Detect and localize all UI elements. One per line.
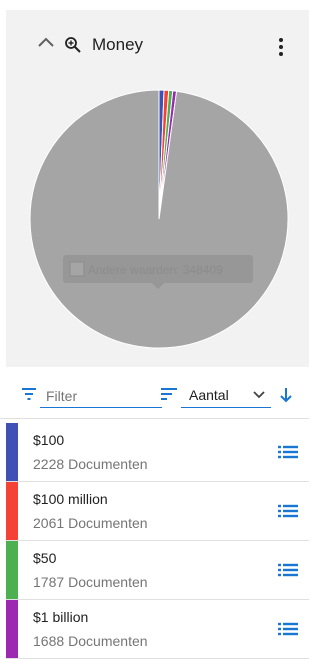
- widget-header: Money: [6, 10, 309, 70]
- list-icon[interactable]: [278, 622, 298, 636]
- list-item[interactable]: $1 billion 1688 Documenten: [6, 600, 309, 659]
- value-list: $100 2228 Documenten $100 million 2061 Doc…: [6, 423, 309, 659]
- color-bar: [6, 423, 18, 481]
- item-label: $100: [33, 432, 65, 448]
- item-count: 2061 Documenten: [33, 515, 148, 531]
- item-count: 1688 Documenten: [33, 633, 148, 649]
- list-icon[interactable]: [278, 563, 298, 577]
- sort-icon: [161, 388, 177, 400]
- filter-bar: Aantal: [0, 378, 309, 419]
- arrow-down-icon[interactable]: [280, 387, 292, 403]
- chevron-down-icon: [253, 391, 265, 399]
- list-item[interactable]: $50 1787 Documenten: [6, 541, 309, 600]
- chevron-up-icon[interactable]: [38, 37, 54, 47]
- sort-select[interactable]: Aantal: [181, 385, 271, 408]
- color-bar: [6, 600, 18, 658]
- item-label: $1 billion: [33, 609, 89, 625]
- list-icon[interactable]: [278, 504, 298, 518]
- item-label: $50: [33, 550, 57, 566]
- item-count: 2228 Documenten: [33, 456, 148, 472]
- color-bar: [6, 482, 18, 540]
- list-item[interactable]: $100 2228 Documenten: [6, 423, 309, 482]
- filter-icon: [22, 388, 36, 400]
- list-item[interactable]: $100 million 2061 Documenten: [6, 482, 309, 541]
- item-label: $100 million: [33, 491, 108, 507]
- list-icon[interactable]: [278, 445, 298, 459]
- widget-title: Money: [92, 35, 144, 54]
- tooltip-swatch: [69, 261, 85, 277]
- zoom-in-icon[interactable]: [64, 36, 82, 54]
- filter-input[interactable]: [40, 385, 162, 408]
- pie-chart: Andere waarden: 348409: [29, 89, 289, 349]
- color-bar: [6, 541, 18, 599]
- item-count: 1787 Documenten: [33, 574, 148, 590]
- pie-slice-other[interactable]: [29, 89, 289, 349]
- tooltip-text: Andere waarden: 348409: [88, 263, 223, 277]
- more-vert-icon[interactable]: [275, 38, 287, 60]
- widget-card: Money Andere waarden: 348409: [6, 10, 309, 367]
- sort-select-value: Aantal: [189, 387, 229, 403]
- pie-svg: Andere waarden: 348409: [29, 89, 289, 349]
